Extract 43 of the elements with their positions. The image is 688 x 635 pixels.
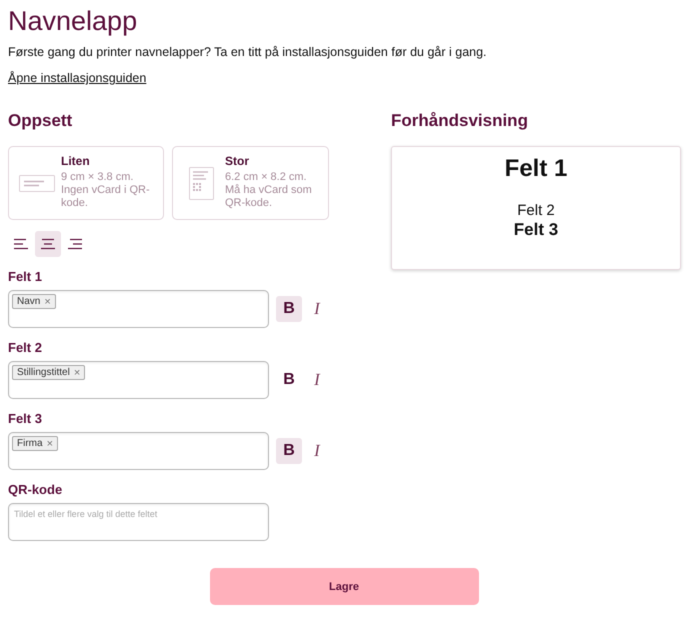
italic-button[interactable]: I xyxy=(304,296,330,322)
preview-text: Felt 3 xyxy=(514,220,558,240)
field-label: Felt 1 xyxy=(8,269,42,285)
page-title: Navnelapp xyxy=(8,6,138,36)
remove-tag-button[interactable]: × xyxy=(44,296,51,308)
size-card[interactable]: Liten 9 cm × 3.8 cm. Ingen vCard i QR-kode. xyxy=(8,146,164,220)
tag-input-field[interactable]: Firma × xyxy=(8,432,269,470)
remove-tag-button[interactable]: × xyxy=(46,438,53,450)
bold-button[interactable]: B xyxy=(276,438,302,464)
bold-button[interactable]: B xyxy=(276,296,302,322)
align-left-icon xyxy=(13,238,29,250)
field-label: Felt 2 xyxy=(8,340,42,356)
bold-button[interactable]: B xyxy=(276,367,302,393)
section-heading: Oppsett xyxy=(8,111,72,131)
portrait-label-icon xyxy=(188,166,214,200)
field-label: Felt 3 xyxy=(8,411,42,427)
tag-label: Navn xyxy=(17,296,40,308)
tag-label: Firma xyxy=(17,438,43,450)
tag-input-field[interactable]: Stillingstittel × xyxy=(8,361,269,399)
field-label: QR-kode xyxy=(8,482,62,498)
tag-input-field[interactable]: Navn × xyxy=(8,290,269,328)
card-dimensions: 6.2 cm × 8.2 cm. xyxy=(225,171,308,184)
remove-tag-button[interactable]: × xyxy=(74,366,80,378)
card-note: Må ha vCard som QR-kode. xyxy=(225,184,313,210)
section-heading: Forhåndsvisning xyxy=(391,111,528,131)
card-title: Liten xyxy=(61,154,91,168)
save-button[interactable]: Lagre xyxy=(210,568,478,605)
intro-text: Første gang du printer navnelapper? Ta en titt på installasjonsguiden før du går i gang. xyxy=(8,44,488,60)
italic-button[interactable]: I xyxy=(304,367,330,393)
italic-button[interactable]: I xyxy=(304,438,330,464)
tag-label: Stillingstittel xyxy=(17,366,70,378)
preview-text: Felt 2 xyxy=(517,202,555,220)
card-note: Ingen vCard i QR-kode. xyxy=(61,184,151,210)
align-right-icon xyxy=(67,238,83,250)
landscape-label-icon xyxy=(19,174,55,192)
card-dimensions: 9 cm × 3.8 cm. xyxy=(61,171,134,184)
size-card[interactable]: Stor 6.2 cm × 8.2 cm. Må ha vCard som QR-kode. xyxy=(172,146,329,220)
align-center-icon xyxy=(40,238,56,250)
card-title: Stor xyxy=(225,154,250,168)
align-center-button[interactable] xyxy=(35,231,61,257)
guide-link[interactable]: Åpne installasjonsguiden xyxy=(8,70,146,86)
qr-code-field[interactable]: Tildel et eller flere valg til dette feltet xyxy=(8,503,269,541)
preview-text: Felt 1 xyxy=(504,155,568,183)
